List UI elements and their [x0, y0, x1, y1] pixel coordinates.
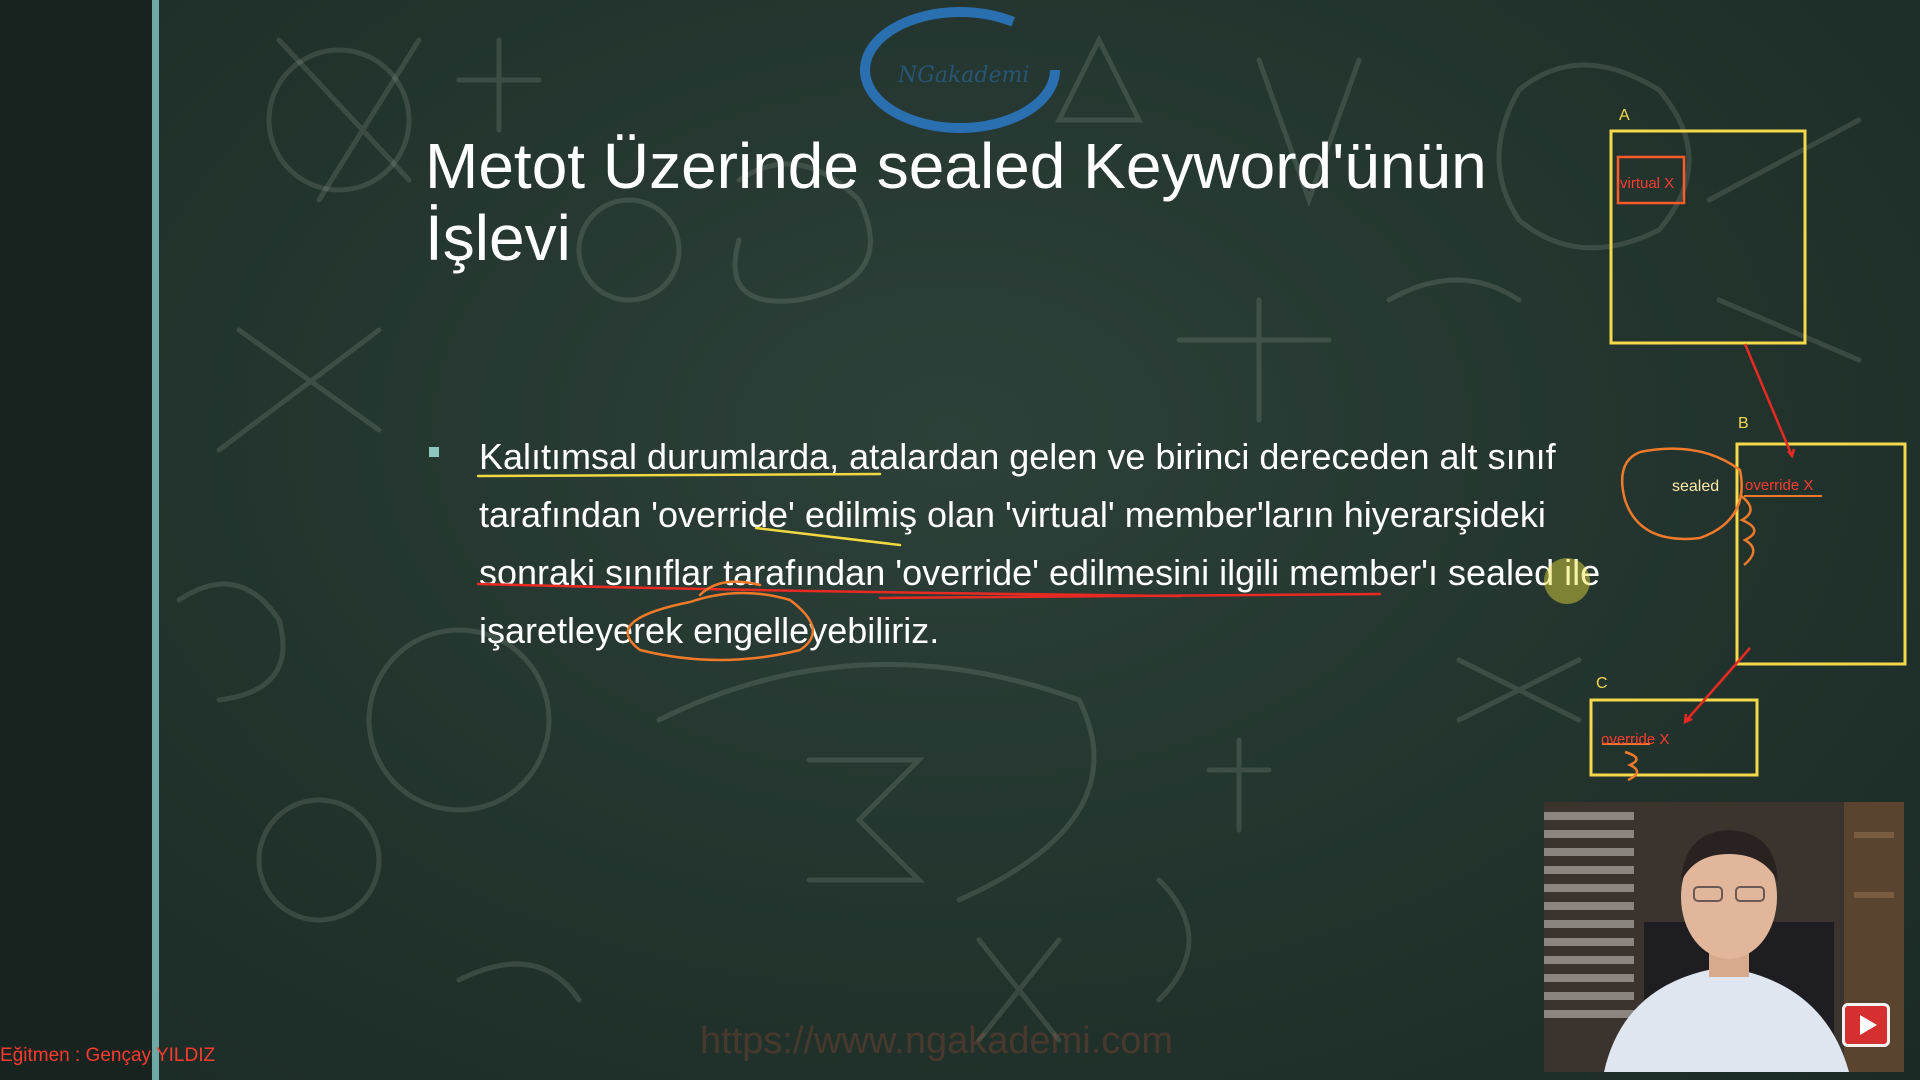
side-divider	[152, 0, 159, 1080]
instructor-name: Eğitmen : Gençay YILDIZ	[0, 1045, 216, 1066]
left-side-panel	[0, 0, 152, 1080]
diagram-sealed-note: sealed	[1672, 478, 1720, 495]
slide-title: Metot Üzerinde sealed Keyword'ünün İşlev…	[425, 130, 1487, 274]
bullet-text: Kalıtımsal durumlarda, atalardan gelen v…	[479, 436, 1601, 651]
bullet-square-icon	[429, 447, 439, 457]
ngakademi-logo: NGakademi	[860, 7, 1060, 133]
logo-text: NGakademi	[897, 63, 1029, 88]
watermark-url: https://www.ngakademi.com	[700, 1020, 1174, 1062]
diagram-member-virtual: virtual X	[1620, 175, 1675, 192]
diagram-label-c: C	[1596, 675, 1608, 692]
diagram-member-override-b: override X	[1745, 477, 1814, 494]
pointer-highlight	[1544, 558, 1590, 604]
diagram-member-override-c: override X	[1601, 731, 1670, 748]
youtube-play-icon[interactable]	[1842, 1003, 1890, 1047]
diagram-label-a: A	[1619, 107, 1630, 124]
diagram-label-b: B	[1738, 415, 1749, 432]
